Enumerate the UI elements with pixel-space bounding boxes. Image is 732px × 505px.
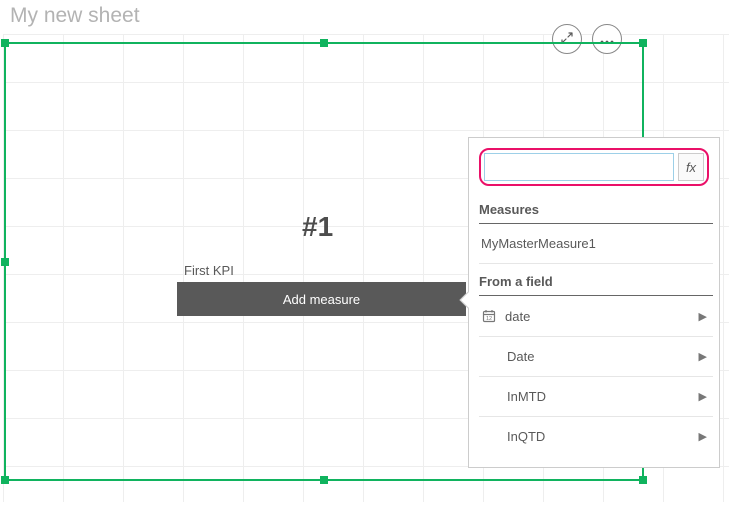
fx-icon: fx — [686, 160, 696, 175]
resize-handle-nw[interactable] — [1, 39, 9, 47]
sheet-title: My new sheet — [10, 4, 140, 28]
kpi-label: First KPI — [184, 263, 234, 278]
add-measure-button[interactable]: Add measure — [177, 282, 466, 316]
section-field-header: From a field — [479, 264, 713, 296]
chevron-right-icon: ▶ — [699, 390, 707, 403]
field-item-date-group[interactable]: 12 date ▶ — [479, 296, 713, 337]
add-measure-label: Add measure — [283, 292, 360, 307]
resize-handle-se[interactable] — [639, 476, 647, 484]
resize-handle-ne[interactable] — [639, 39, 647, 47]
resize-handle-sw[interactable] — [1, 476, 9, 484]
chevron-right-icon: ▶ — [699, 310, 707, 323]
chevron-right-icon: ▶ — [699, 430, 707, 443]
resize-handle-w[interactable] — [1, 258, 9, 266]
section-measures-header: Measures — [479, 192, 713, 224]
field-item-date[interactable]: Date ▶ — [479, 337, 713, 377]
resize-handle-n[interactable] — [320, 39, 328, 47]
resize-handle-s[interactable] — [320, 476, 328, 484]
measure-search-input[interactable] — [484, 153, 674, 181]
svg-text:12: 12 — [486, 316, 492, 322]
chevron-right-icon: ▶ — [699, 350, 707, 363]
field-item-inmtd[interactable]: InMTD ▶ — [479, 377, 713, 417]
calendar-icon: 12 — [481, 308, 497, 324]
field-item-inqtd[interactable]: InQTD ▶ — [479, 417, 713, 456]
measure-list[interactable]: Measures MyMasterMeasure1 From a field 1… — [469, 192, 719, 467]
kpi-value: #1 — [302, 211, 333, 243]
measure-picker-popover: fx Measures MyMasterMeasure1 From a fiel… — [468, 137, 720, 468]
expression-editor-button[interactable]: fx — [678, 153, 704, 181]
measure-item-mymastermeasure1[interactable]: MyMasterMeasure1 — [479, 224, 713, 264]
